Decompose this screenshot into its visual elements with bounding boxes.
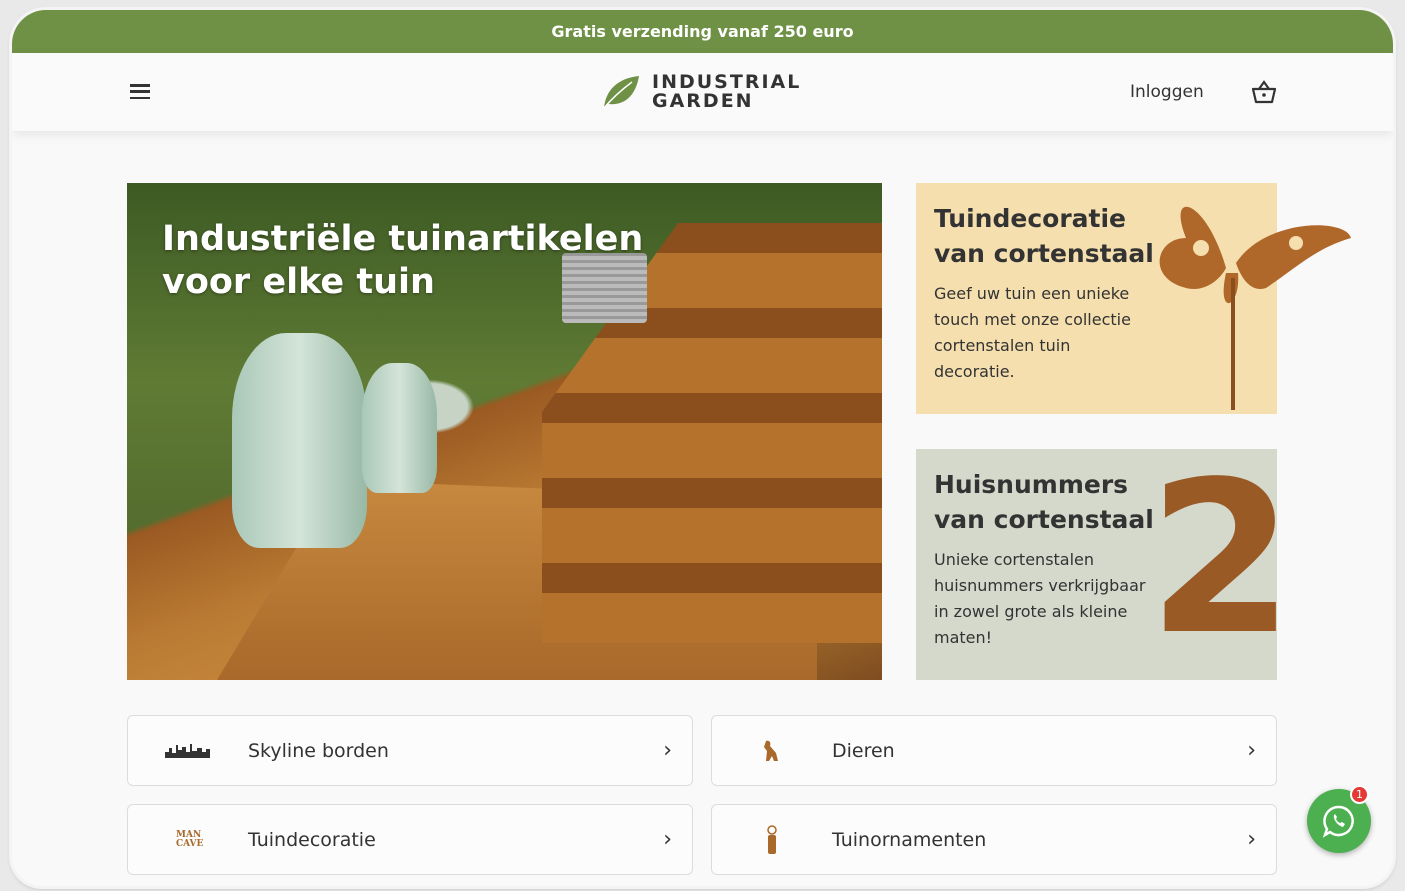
- chevron-right-icon: ›: [663, 827, 672, 852]
- promo-title-line2: van cortenstaal: [934, 239, 1154, 268]
- hero-title-line2: voor elke tuin: [162, 262, 435, 302]
- logo-line2: GARDEN: [652, 90, 754, 112]
- whatsapp-icon: [1322, 805, 1354, 838]
- shipping-banner: Gratis verzending vanaf 250 euro: [12, 10, 1393, 53]
- category-label: Dieren: [832, 739, 895, 762]
- notification-badge: 1: [1350, 785, 1369, 804]
- leaf-icon: [603, 76, 639, 109]
- promo-title-line1: Huisnummers: [934, 470, 1129, 499]
- ornament-icon: [767, 824, 777, 854]
- promo-title-line1: Tuindecoratie: [934, 204, 1126, 233]
- promo-text: Geef uw tuin een unieke touch met onze c…: [934, 284, 1131, 381]
- shipping-text: Gratis verzending vanaf 250 euro: [551, 22, 854, 41]
- hero-title-line1: Industriële tuinartikelen: [162, 219, 644, 259]
- category-label: Skyline borden: [248, 739, 389, 762]
- login-link[interactable]: Inloggen: [1130, 82, 1204, 102]
- category-dieren[interactable]: Dieren ›: [711, 715, 1277, 786]
- site-header: INDUSTRIAL GARDEN Inloggen: [12, 53, 1393, 131]
- basket-icon[interactable]: [1250, 79, 1278, 105]
- category-tuindecoratie[interactable]: MAN CAVE Tuindecoratie ›: [127, 804, 693, 875]
- logo[interactable]: INDUSTRIAL GARDEN: [602, 73, 801, 111]
- dog-icon: [764, 740, 778, 761]
- category-label: Tuindecoratie: [248, 828, 376, 851]
- promo-title-line2: van cortenstaal: [934, 505, 1154, 534]
- chevron-right-icon: ›: [1247, 738, 1256, 763]
- promo-tuindecoratie[interactable]: Tuindecoratie van cortenstaal Geef uw tui…: [916, 183, 1351, 414]
- man-cave-icon: MAN CAVE: [176, 829, 204, 849]
- promo-huisnummers[interactable]: Huisnummers van cortenstaal Unieke corten…: [916, 439, 1294, 680]
- category-label: Tuinornamenten: [832, 828, 987, 851]
- chevron-right-icon: ›: [1247, 827, 1256, 852]
- promo-text: Unieke cortenstalen huisnummers verkrijg…: [934, 550, 1146, 647]
- category-skyline-borden[interactable]: Skyline borden ›: [127, 715, 693, 786]
- hero-banner[interactable]: Industriële tuinartikelen voor elke tuin: [127, 183, 882, 680]
- browser-frame: Gratis verzending vanaf 250 euro INDUSTR…: [12, 10, 1393, 886]
- chevron-right-icon: ›: [663, 738, 672, 763]
- skyline-icon: [165, 743, 210, 758]
- category-tuinornamenten[interactable]: Tuinornamenten ›: [711, 804, 1277, 875]
- hamburger-menu-icon[interactable]: [130, 84, 150, 99]
